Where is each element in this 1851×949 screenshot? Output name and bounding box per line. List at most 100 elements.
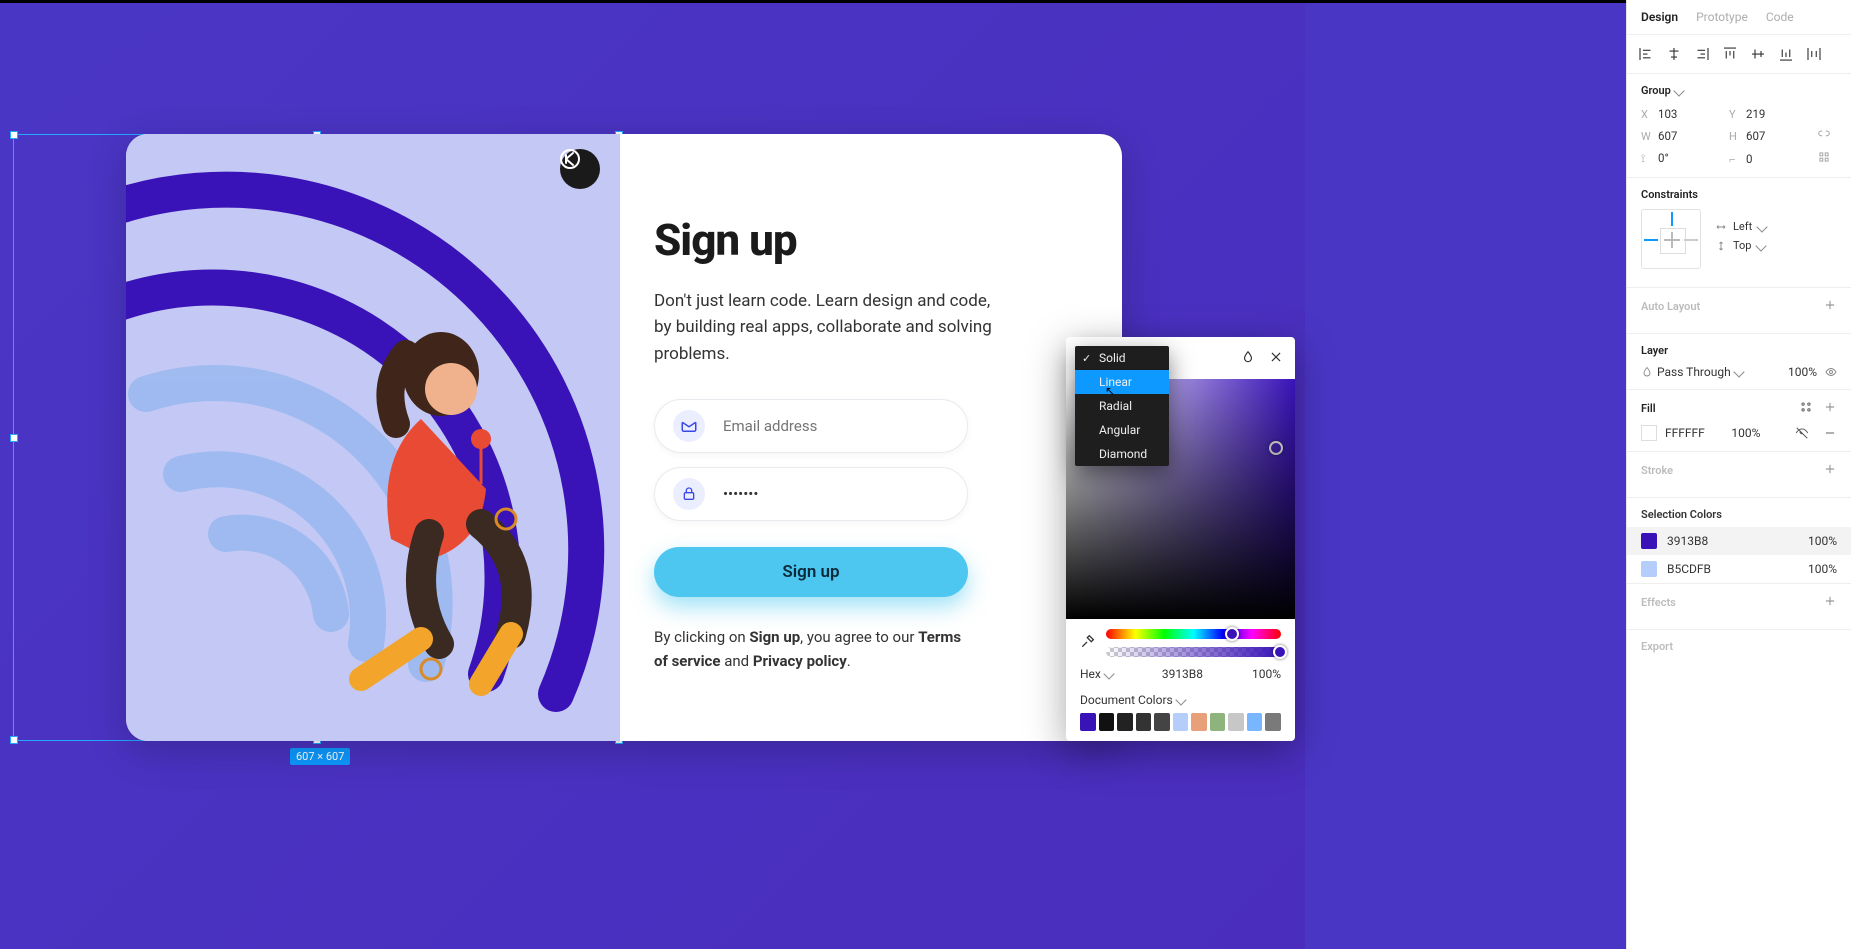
align-right-icon[interactable] [1693, 45, 1711, 63]
selection-color-opacity[interactable]: 100% [1808, 562, 1837, 576]
close-picker-icon[interactable] [1269, 349, 1283, 368]
eyedropper-icon[interactable] [1080, 633, 1096, 653]
align-left-icon[interactable] [1637, 45, 1655, 63]
password-input[interactable] [723, 485, 949, 503]
selection-color-opacity[interactable]: 100% [1808, 534, 1837, 548]
terms-pp-link[interactable]: Privacy policy [753, 652, 847, 670]
hex-alpha[interactable]: 100% [1252, 667, 1281, 681]
card-illustration-panel [126, 134, 620, 741]
tab-design[interactable]: Design [1641, 10, 1678, 24]
align-top-icon[interactable] [1721, 45, 1739, 63]
alignment-row [1627, 35, 1851, 74]
layer-opacity[interactable]: 100% [1788, 365, 1817, 379]
y-label: Y [1729, 108, 1743, 121]
doc-color-swatch[interactable] [1228, 713, 1244, 731]
tab-prototype[interactable]: Prototype [1696, 10, 1748, 24]
signup-description: Don't just learn code. Learn design and … [654, 288, 994, 367]
inspector-panel: Design Prototype Code Group X 103 Y 219 … [1626, 0, 1851, 949]
hue-handle[interactable] [1225, 627, 1239, 641]
hex-mode-select[interactable]: Hex [1080, 667, 1113, 681]
doc-color-swatch[interactable] [1265, 713, 1281, 731]
align-vcenter-icon[interactable] [1749, 45, 1767, 63]
color-field-indicator[interactable] [1269, 441, 1283, 455]
alpha-slider[interactable] [1106, 647, 1281, 657]
constraint-v-select[interactable]: Top [1715, 239, 1766, 252]
x-input[interactable]: 103 [1658, 107, 1677, 121]
fill-opacity[interactable]: 100% [1731, 426, 1760, 440]
terms-signup-word: Sign up [749, 628, 800, 646]
auto-layout-section: Auto Layout [1627, 288, 1851, 334]
add-fill-icon[interactable] [1823, 400, 1837, 417]
doc-color-swatch[interactable] [1099, 713, 1115, 731]
password-field-wrap[interactable] [654, 467, 968, 521]
fill-section: Fill FFFFFF 100% [1627, 390, 1851, 452]
layer-title: Layer [1641, 344, 1668, 357]
constraint-h-select[interactable]: Left [1715, 220, 1766, 233]
fill-type-option-linear[interactable]: Linear [1075, 370, 1169, 394]
resize-handle-tl[interactable] [10, 131, 18, 139]
link-wh-icon[interactable] [1817, 127, 1837, 144]
fill-type-option-diamond[interactable]: Diamond [1075, 442, 1169, 466]
hex-value[interactable]: 3913B8 [1162, 667, 1203, 681]
selection-color-swatch[interactable] [1641, 561, 1657, 577]
h-input[interactable]: 607 [1746, 129, 1765, 143]
add-effect-icon[interactable] [1823, 594, 1837, 611]
doc-color-swatch[interactable] [1117, 713, 1133, 731]
fill-visibility-icon[interactable] [1795, 426, 1809, 440]
blend-mode-icon[interactable] [1241, 349, 1255, 368]
y-input[interactable]: 219 [1746, 107, 1765, 121]
resize-handle-bl[interactable] [10, 736, 18, 744]
selection-color-hex[interactable]: 3913B8 [1667, 534, 1708, 548]
fill-styles-icon[interactable] [1799, 400, 1813, 417]
document-colors-swatches [1066, 707, 1295, 731]
resize-handle-ml[interactable] [10, 434, 18, 442]
fill-hex[interactable]: FFFFFF [1665, 426, 1705, 440]
tab-code[interactable]: Code [1766, 10, 1794, 24]
constraints-title: Constraints [1641, 188, 1698, 201]
blend-mode-select[interactable]: Pass Through [1641, 365, 1780, 379]
email-field-wrap[interactable] [654, 399, 968, 453]
frame-type-label[interactable]: Group [1641, 84, 1671, 97]
doc-color-swatch[interactable] [1210, 713, 1226, 731]
signup-button[interactable]: Sign up [654, 547, 968, 597]
brand-logo [560, 149, 600, 189]
fill-type-dropdown[interactable]: SolidLinearRadialAngularDiamond↖ [1075, 346, 1169, 466]
visibility-icon[interactable] [1825, 366, 1837, 378]
doc-color-swatch[interactable] [1173, 713, 1189, 731]
alpha-handle[interactable] [1273, 645, 1287, 659]
add-stroke-icon[interactable] [1823, 462, 1837, 479]
fill-swatch[interactable] [1641, 425, 1657, 441]
align-hcenter-icon[interactable] [1665, 45, 1683, 63]
stroke-section: Stroke [1627, 452, 1851, 498]
doc-color-swatch[interactable] [1154, 713, 1170, 731]
align-bottom-icon[interactable] [1777, 45, 1795, 63]
remove-fill-icon[interactable] [1823, 426, 1837, 440]
fill-type-option-radial[interactable]: Radial [1075, 394, 1169, 418]
w-input[interactable]: 607 [1658, 129, 1677, 143]
corner-input[interactable]: 0 [1746, 152, 1752, 166]
fill-type-option-angular[interactable]: Angular [1075, 418, 1169, 442]
selection-colors-title: Selection Colors [1641, 508, 1722, 521]
rotation-input[interactable]: 0° [1658, 151, 1669, 165]
selection-color-swatch[interactable] [1641, 533, 1657, 549]
terms-pre: By clicking on [654, 628, 749, 646]
selection-color-row[interactable]: 3913B8 100% [1627, 527, 1851, 555]
independent-corners-icon[interactable] [1817, 150, 1837, 167]
email-icon [673, 410, 705, 442]
hue-slider[interactable] [1106, 629, 1281, 639]
document-colors-label[interactable]: Document Colors [1066, 681, 1295, 707]
distribute-icon[interactable] [1805, 45, 1823, 63]
doc-color-swatch[interactable] [1080, 713, 1096, 731]
selection-colors-section: Selection Colors 3913B8 100% B5CDFB 100% [1627, 498, 1851, 583]
email-input[interactable] [723, 417, 949, 435]
effects-title: Effects [1641, 596, 1676, 609]
constraints-widget[interactable] [1641, 209, 1701, 269]
add-auto-layout-icon[interactable] [1823, 298, 1837, 315]
selection-color-hex[interactable]: B5CDFB [1667, 562, 1711, 576]
fill-type-option-solid[interactable]: Solid [1075, 346, 1169, 370]
doc-color-swatch[interactable] [1191, 713, 1207, 731]
doc-color-swatch[interactable] [1136, 713, 1152, 731]
w-label: W [1641, 130, 1655, 143]
selection-color-row[interactable]: B5CDFB 100% [1627, 555, 1851, 583]
doc-color-swatch[interactable] [1247, 713, 1263, 731]
